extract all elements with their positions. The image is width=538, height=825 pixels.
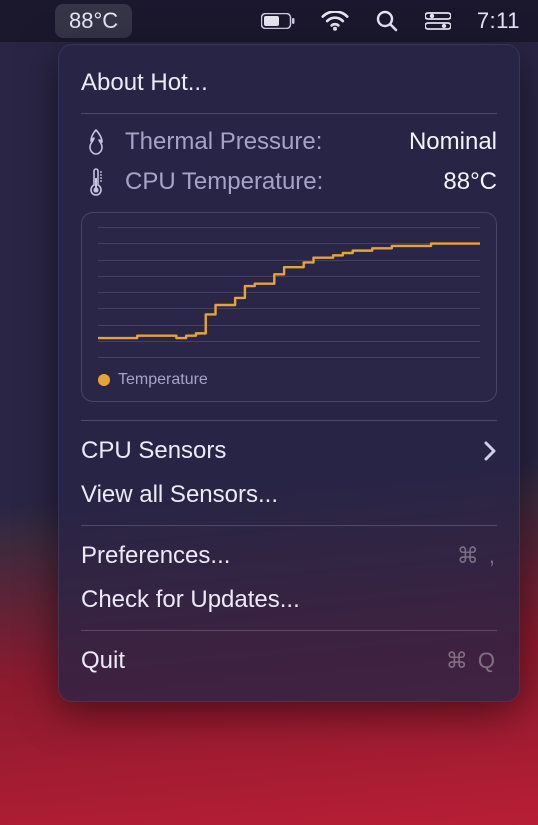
system-menubar: 88°C 7:11: [0, 0, 538, 42]
cpu-sensors-menu-item[interactable]: CPU Sensors: [81, 429, 497, 473]
about-label: About Hot...: [81, 69, 208, 97]
check-updates-menu-item[interactable]: Check for Updates...: [81, 578, 497, 622]
wifi-icon[interactable]: [321, 5, 349, 37]
search-icon[interactable]: [375, 5, 399, 37]
view-all-sensors-label: View all Sensors...: [81, 481, 278, 509]
cpu-temperature-row: CPU Temperature: 88°C: [81, 162, 497, 202]
quit-shortcut: ⌘ Q: [446, 648, 497, 674]
divider: [81, 630, 497, 631]
divider: [81, 420, 497, 421]
preferences-menu-item[interactable]: Preferences... ⌘ ,: [81, 534, 497, 578]
check-updates-label: Check for Updates...: [81, 586, 300, 614]
menubar-clock[interactable]: 7:11: [477, 5, 520, 37]
hot-dropdown-panel: About Hot... Thermal Pressure: Nominal C…: [58, 44, 520, 702]
about-menu-item[interactable]: About Hot...: [81, 61, 497, 105]
thermal-pressure-row: Thermal Pressure: Nominal: [81, 122, 497, 162]
chevron-right-icon: [483, 441, 497, 461]
menubar-temp-value: 88°C: [69, 8, 118, 34]
thermal-label: Thermal Pressure:: [125, 128, 395, 156]
quit-label: Quit: [81, 647, 125, 675]
temperature-chart-card: Temperature: [81, 212, 497, 402]
cpu-temp-label: CPU Temperature:: [125, 168, 429, 196]
preferences-shortcut: ⌘ ,: [457, 543, 497, 569]
menubar-temp-item[interactable]: 88°C: [55, 4, 132, 38]
battery-icon[interactable]: [261, 5, 295, 37]
chart-legend: Temperature: [98, 371, 480, 389]
view-all-sensors-menu-item[interactable]: View all Sensors...: [81, 473, 497, 517]
divider: [81, 525, 497, 526]
preferences-label: Preferences...: [81, 542, 230, 570]
clock-time: 7:11: [477, 8, 520, 34]
divider: [81, 113, 497, 114]
quit-menu-item[interactable]: Quit ⌘ Q: [81, 639, 497, 683]
control-center-icon[interactable]: [425, 5, 451, 37]
chart-line: [98, 227, 480, 357]
cpu-temp-value: 88°C: [443, 168, 497, 196]
cpu-sensors-label: CPU Sensors: [81, 437, 226, 465]
flame-icon: [81, 129, 111, 155]
temperature-chart: [98, 227, 480, 357]
thermal-value: Nominal: [409, 128, 497, 156]
legend-label-temperature: Temperature: [118, 371, 208, 389]
legend-dot-temperature: [98, 374, 110, 386]
thermometer-icon: [81, 168, 111, 196]
